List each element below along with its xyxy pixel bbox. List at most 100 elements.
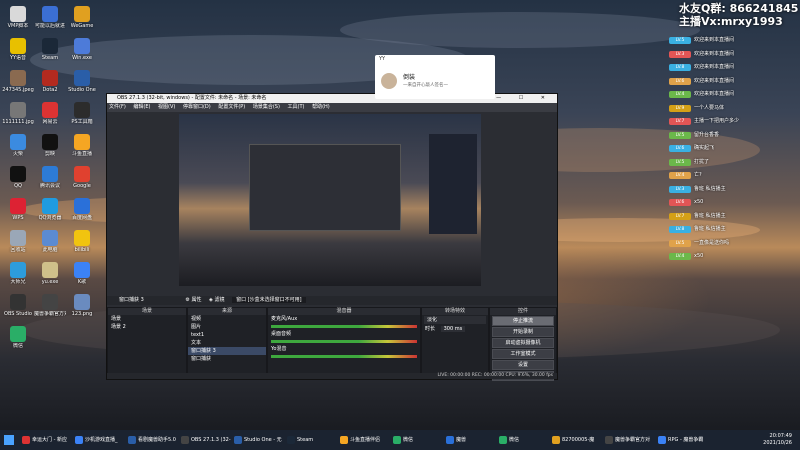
source-item[interactable]: 窗口捕获: [188, 355, 266, 363]
taskbar-item[interactable]: Steam: [287, 434, 313, 446]
obs-preview[interactable]: [179, 114, 481, 286]
desktop-icon[interactable]: YY语音: [2, 38, 34, 61]
desktop-icon[interactable]: 百度网盘: [66, 198, 98, 221]
desktop-icon[interactable]: 斗鱼直播: [66, 134, 98, 157]
transition-select[interactable]: 淡化: [424, 316, 486, 324]
menu-profile[interactable]: 配置文件(P): [218, 104, 245, 110]
desktop-icon-label: 斗鱼直播: [71, 151, 92, 157]
level-badge: LV.4: [669, 172, 691, 179]
menu-docks[interactable]: 停靠窗口(D): [183, 104, 211, 110]
chat-message: LV.5 欢迎来到本直播间: [667, 36, 800, 45]
windows-start-icon[interactable]: [4, 435, 14, 445]
menu-edit[interactable]: 编辑(E): [133, 104, 150, 110]
menu-tools[interactable]: 工具(T): [288, 104, 305, 110]
taskbar-item[interactable]: OBS 27.1.3 (32-: [181, 434, 231, 446]
desktop-icon-label: 可能以后就进: [34, 23, 65, 29]
taskbar-item[interactable]: Studio One - 无: [234, 434, 282, 446]
app-icon: [10, 6, 26, 22]
source-filters-button[interactable]: ◈ 滤镜: [209, 297, 224, 303]
chat-message-text: 亡?: [694, 172, 702, 178]
taskbar-item[interactable]: 斗鱼直播伴侣: [340, 434, 380, 446]
desktop-icon[interactable]: WeGame: [66, 6, 98, 29]
settings-button[interactable]: 设置: [492, 360, 554, 370]
desktop-icon[interactable]: 大师兄: [2, 262, 34, 285]
desktop-icon[interactable]: QQ浏览器: [34, 198, 66, 221]
desktop-icon[interactable]: Steam: [34, 38, 66, 61]
system-clock[interactable]: 20:07:49 2021/10/26: [763, 433, 792, 447]
scene-item[interactable]: 场景: [108, 315, 186, 323]
menu-view[interactable]: 视图(V): [158, 104, 175, 110]
menu-help[interactable]: 帮助(H): [312, 104, 330, 110]
virtual-camera-button[interactable]: 启动虚拟摄像机: [492, 338, 554, 348]
volume-meter[interactable]: [271, 340, 417, 343]
taskbar-item[interactable]: 魔兽争霸官方对: [605, 434, 650, 446]
level-badge: LV.8: [669, 64, 691, 71]
desktop-icon[interactable]: WPS: [2, 198, 34, 221]
taskbar-item[interactable]: 微信: [393, 434, 413, 446]
level-badge: LV.9: [669, 104, 691, 112]
desktop-icon[interactable]: 剪映: [34, 134, 66, 157]
desktop-icon[interactable]: Studio One: [66, 70, 98, 93]
desktop-icon[interactable]: K歌: [66, 262, 98, 285]
desktop-icon[interactable]: yu.exe: [34, 262, 66, 285]
desktop-icon[interactable]: 回收站: [2, 230, 34, 253]
chat-message: LV.4 亡?: [667, 171, 800, 180]
menu-scene-collection[interactable]: 场景集合(S): [253, 104, 280, 110]
volume-meter[interactable]: [271, 355, 417, 358]
taskbar-item[interactable]: 魔兽: [446, 434, 466, 446]
app-icon: [10, 102, 26, 118]
desktop-icon[interactable]: 此电脑: [34, 230, 66, 253]
taskbar-item[interactable]: 沙机游戏直播_: [75, 434, 118, 446]
obs-window[interactable]: OBS 27.1.3 (32-bit, windows) - 配置文件: 未命名…: [106, 93, 558, 381]
studio-mode-button[interactable]: 工作室模式: [492, 349, 554, 359]
desktop-icon[interactable]: Google: [66, 166, 98, 189]
source-item[interactable]: 文本: [188, 339, 266, 347]
transitions-header: 转场特效: [422, 308, 488, 315]
source-item-selected[interactable]: 窗口捕获 3: [188, 347, 266, 355]
desktop-icon[interactable]: 247345.jpeg: [2, 70, 34, 93]
nested-chat-preview: [429, 134, 477, 234]
taskbar-item[interactable]: 幸运大门 - 新应: [22, 434, 67, 446]
menu-file[interactable]: 文件(F): [109, 104, 126, 110]
desktop-icon[interactable]: PS工具箱: [66, 102, 98, 125]
desktop-icon[interactable]: Win.exe: [66, 38, 98, 61]
desktop-icon[interactable]: OBS Studio: [2, 294, 34, 317]
window-controls[interactable]: — ☐ ✕: [496, 94, 553, 103]
taskbar-item[interactable]: 看剧魔兽助手5.0: [128, 434, 176, 446]
desktop-icon[interactable]: QQ: [2, 166, 34, 189]
volume-meter[interactable]: [271, 325, 417, 328]
source-properties-button[interactable]: ⚙ 属性: [185, 297, 201, 303]
desktop-icon-label: WeGame: [70, 23, 94, 29]
desktop-icon[interactable]: bilibili: [66, 230, 98, 253]
scene-item[interactable]: 场景 2: [108, 323, 186, 331]
chat-message: LV.3 鲁班 私信播主: [667, 185, 800, 194]
taskbar-item-label: 幸运大门 - 新应: [32, 437, 67, 443]
desktop-icon[interactable]: 1111111.jpg: [2, 102, 34, 125]
desktop-icon[interactable]: VMP脚本: [2, 6, 34, 29]
desktop-icon[interactable]: 火柴: [2, 134, 34, 157]
source-item[interactable]: text1: [188, 331, 266, 339]
level-badge: LV.6: [669, 77, 691, 85]
desktop-icon[interactable]: 网易云: [34, 102, 66, 125]
desktop-icon[interactable]: 123.png: [66, 294, 98, 317]
duration-input[interactable]: 300 ms: [440, 326, 466, 332]
desktop-icon[interactable]: 魔兽争霸官方对战平台: [34, 294, 66, 317]
desktop-icon[interactable]: Dota2: [34, 70, 66, 93]
source-item[interactable]: 图片: [188, 323, 266, 331]
app-icon: [74, 166, 90, 182]
taskbar-item[interactable]: RPG - 魔兽争霸: [658, 434, 703, 446]
taskbar-item[interactable]: 微信: [499, 434, 519, 446]
desktop-icon[interactable]: 可能以后就进: [34, 6, 66, 29]
taskbar-item[interactable]: 82700005-魔: [552, 434, 594, 446]
desktop-icon[interactable]: 微信: [2, 326, 34, 349]
stop-streaming-button[interactable]: 停止推流: [492, 316, 554, 326]
app-icon: [42, 262, 58, 278]
app-icon: [42, 166, 58, 182]
desktop-icon[interactable]: 腾讯会议: [34, 166, 66, 189]
source-item[interactable]: 视频: [188, 315, 266, 323]
chat-message-text: 欢迎来到本直播间: [694, 91, 735, 97]
start-recording-button[interactable]: 开始录制: [492, 327, 554, 337]
yy-profile-card[interactable]: YY 倒装 一来自开心敲人签名一: [375, 55, 495, 99]
window-select[interactable]: 窗口 [沙盒未选择窗口不可用]: [232, 297, 306, 303]
controls-dock: 控件 停止推流 开始录制 启动虚拟摄像机 工作室模式 设置 退出: [489, 307, 557, 381]
